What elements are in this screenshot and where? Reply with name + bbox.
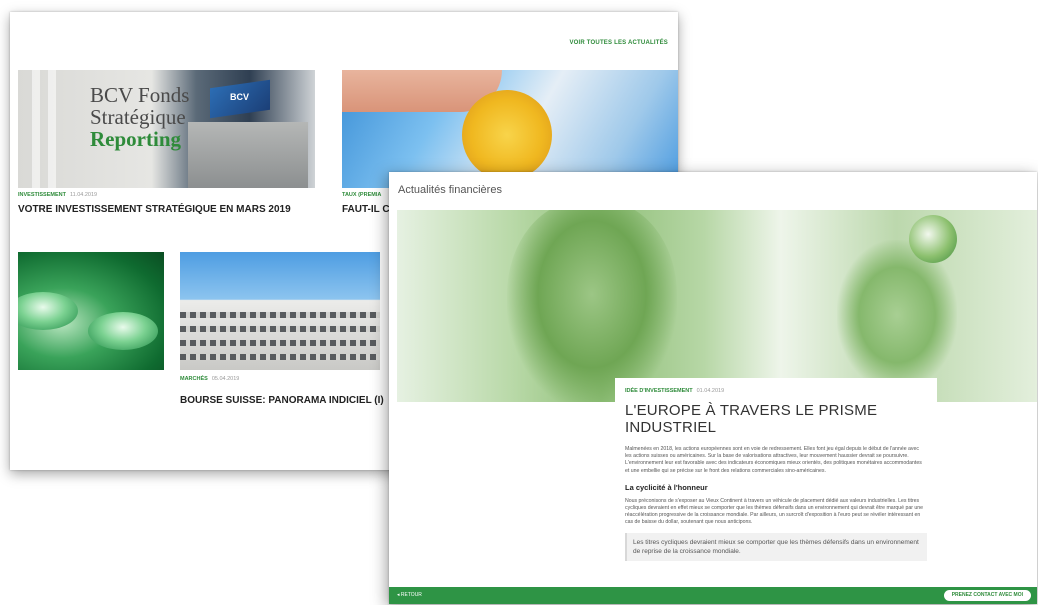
disc-shape <box>909 215 957 263</box>
pillar-shape <box>48 70 56 188</box>
bcv-line-3: Reporting <box>90 127 181 151</box>
window-row-shape <box>180 354 380 360</box>
arm-shape <box>837 240 957 390</box>
building-block-shape <box>188 122 308 188</box>
article-category: TAUX (PREMIA <box>342 192 382 198</box>
article-meta: INVESTISSEMENT 11.04.2019 <box>18 192 97 198</box>
article-date: 11.04.2019 <box>69 192 98 198</box>
bcv-fund-logo-text: BCV Fonds Stratégique Reporting <box>90 84 189 150</box>
article-category: INVESTISSEMENT <box>18 192 66 198</box>
hero-image <box>397 210 1037 402</box>
article-headline[interactable]: FAUT-IL C <box>342 204 390 215</box>
back-link[interactable]: ◂ RETOUR <box>397 592 422 598</box>
footer-bar: ◂ RETOUR PRENEZ CONTACT AVEC MOI <box>389 587 1037 604</box>
article-category: MARCHÉS <box>180 376 208 382</box>
bcv-sign-text: BCV <box>230 92 250 102</box>
face-shape <box>507 210 677 402</box>
bcv-line-2: Stratégique <box>90 105 186 129</box>
window-row-shape <box>180 326 380 332</box>
article-content: IDÉE D'INVESTISSEMENT 01.04.2019 L'EUROPE… <box>615 378 937 590</box>
article-meta: MARCHÉS 05.04.2019 <box>180 376 239 382</box>
article-meta: TAUX (PREMIA <box>342 192 385 198</box>
window-row-shape <box>180 312 380 318</box>
green-pills-image[interactable] <box>18 252 164 370</box>
window-row-shape <box>180 340 380 346</box>
sun-emblem-shape <box>462 90 552 180</box>
contact-button[interactable]: PRENEZ CONTACT AVEC MOI <box>943 590 1031 601</box>
bcv-fund-reporting-image[interactable]: BCV BCV Fonds Stratégique Reporting <box>18 70 315 188</box>
pill-shape <box>18 292 78 330</box>
pill-shape <box>88 312 158 350</box>
article-detail-page: Actualités financières IDÉE D'INVESTISSE… <box>389 172 1037 604</box>
page-title: Actualités financières <box>398 184 502 196</box>
article-date: 05.04.2019 <box>211 376 240 382</box>
article-meta: IDÉE D'INVESTISSEMENT 01.04.2019 <box>625 388 927 394</box>
argentina-flag-image[interactable] <box>342 70 678 188</box>
article-paragraph: Nous préconisons de s'exposer au Vieux C… <box>625 497 924 526</box>
see-all-news-link[interactable]: VOIR TOUTES LES ACTUALITÉS <box>569 40 668 46</box>
article-heading: L'EUROPE À TRAVERS LE PRISME INDUSTRIEL <box>625 402 878 436</box>
article-subheading: La cyclicité à l'honneur <box>625 482 708 492</box>
article-category: IDÉE D'INVESTISSEMENT <box>625 388 693 394</box>
article-quote: Les titres cycliques devraient mieux se … <box>625 532 927 561</box>
article-paragraph: Malmenées en 2018, les actions européenn… <box>625 446 922 474</box>
article-headline[interactable]: VOTRE INVESTISSEMENT STRATÉGIQUE EN MARS… <box>18 204 291 215</box>
article-headline[interactable]: BOURSE SUISSE: PANORAMA INDICIEL (I) <box>180 395 384 406</box>
article-date: 01.04.2019 <box>696 388 725 394</box>
swiss-building-image[interactable] <box>180 252 380 370</box>
pillar-shape <box>32 70 40 188</box>
bcv-line-1: BCV Fonds <box>90 83 190 107</box>
